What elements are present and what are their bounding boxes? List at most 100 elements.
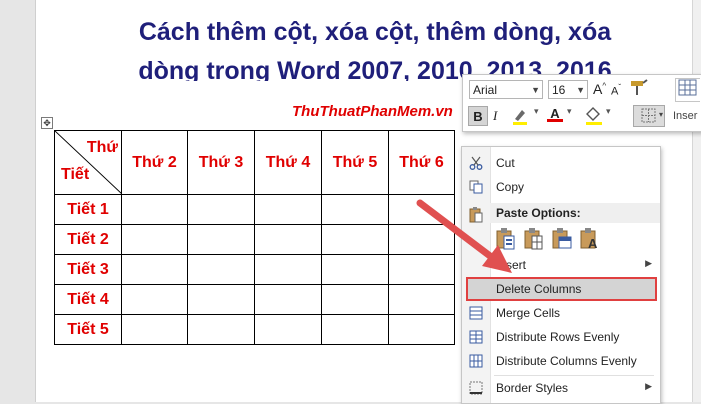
table-cell[interactable]	[187, 254, 255, 285]
font-color-label: A	[550, 106, 560, 121]
table-cell[interactable]	[254, 254, 322, 285]
menu-item-cut[interactable]: Cut	[462, 152, 658, 174]
grow-font-label: A	[593, 81, 603, 97]
copy-icon	[469, 180, 483, 194]
format-painter-icon[interactable]	[628, 78, 650, 100]
menu-item-merge-cells[interactable]: Merge Cells	[462, 302, 658, 324]
table-cell[interactable]	[321, 194, 389, 225]
table-cell[interactable]	[187, 224, 255, 255]
menu-item-distribute-columns[interactable]: Distribute Columns Evenly	[462, 350, 658, 372]
menu-item-label: Copy	[496, 180, 525, 194]
table-icon[interactable]	[675, 78, 700, 102]
document-title-line1: Cách thêm cột, xóa cột, thêm dòng, xóa	[138, 18, 612, 46]
table-cell[interactable]	[254, 194, 322, 225]
grow-font-button[interactable]: A^	[593, 81, 606, 97]
paste-keep-source-icon[interactable]	[496, 227, 518, 251]
table-cell[interactable]	[121, 254, 188, 285]
table-cell[interactable]	[321, 314, 389, 345]
cut-icon	[469, 156, 483, 170]
row-label[interactable]: Tiết 3	[54, 254, 122, 285]
menu-item-distribute-rows[interactable]: Distribute Rows Evenly	[462, 326, 658, 348]
submenu-arrow-icon: ▶	[645, 381, 652, 391]
font-size-select[interactable]: 16 ▼	[548, 80, 588, 99]
menu-item-label: Distribute Rows Evenly	[496, 330, 620, 344]
table-cell[interactable]	[388, 314, 455, 345]
row-label[interactable]: Tiết 1	[54, 194, 122, 225]
table-cell[interactable]	[187, 194, 255, 225]
paste-options-header: Paste Options:	[490, 203, 660, 223]
corner-cell[interactable]: Thứ Tiết	[54, 130, 122, 195]
menu-item-copy[interactable]: Copy	[462, 176, 658, 198]
table-row: Tiết 3	[54, 254, 455, 285]
header-cell[interactable]: Thứ 6	[388, 130, 455, 195]
chevron-down-icon[interactable]: ▾	[534, 106, 539, 117]
menu-item-label: Border Styles	[496, 381, 569, 395]
row-label[interactable]: Tiết 2	[54, 224, 122, 255]
chevron-down-icon: ▾	[658, 110, 663, 119]
table-cell[interactable]	[254, 284, 322, 315]
table-row: Tiết 1	[54, 194, 455, 225]
chevron-down-icon: ▼	[531, 85, 540, 95]
borders-button[interactable]: ▾	[633, 105, 665, 127]
menu-item-label: Insert	[496, 258, 527, 272]
table-cell[interactable]	[121, 284, 188, 315]
header-cell[interactable]: Thứ 5	[321, 130, 389, 195]
table-cell[interactable]	[321, 224, 389, 255]
menu-item-border-styles[interactable]: Border Styles ▶	[462, 377, 658, 399]
row-label[interactable]: Tiết 5	[54, 314, 122, 345]
table-cell[interactable]	[121, 224, 188, 255]
menu-item-delete-columns[interactable]: Delete Columns	[466, 277, 657, 301]
paste-options-label: Paste Options:	[496, 206, 581, 220]
bold-button[interactable]: B	[468, 106, 488, 126]
table-cell[interactable]	[321, 284, 389, 315]
table-cell[interactable]	[121, 314, 188, 345]
table-cell[interactable]	[187, 314, 255, 345]
font-name-select[interactable]: Arial ▼	[469, 80, 543, 99]
font-color-button[interactable]: A	[545, 106, 565, 122]
header-cell[interactable]: Thứ 4	[254, 130, 322, 195]
header-cell[interactable]: Thứ 2	[121, 130, 188, 195]
table-cell[interactable]	[388, 224, 455, 255]
paste-nest-table-icon[interactable]	[524, 227, 546, 251]
shading-icon[interactable]	[583, 106, 605, 129]
timetable[interactable]: Thứ Tiết Thứ 2 Thứ 3 Thứ 4 Thứ 5 Thứ 6 T…	[54, 130, 455, 345]
corner-top-label: Thứ	[86, 139, 118, 156]
table-cell[interactable]	[388, 194, 455, 225]
highlight-icon[interactable]	[510, 106, 530, 129]
table-cell[interactable]	[121, 194, 188, 225]
chevron-down-icon[interactable]: ▾	[606, 106, 611, 117]
table-cell[interactable]	[388, 254, 455, 285]
chevron-down-icon[interactable]: ▾	[567, 106, 572, 117]
border-styles-icon	[469, 381, 483, 395]
distribute-columns-icon	[469, 354, 483, 368]
table-cell[interactable]	[187, 284, 255, 315]
italic-button[interactable]: I	[493, 108, 497, 124]
merge-cells-icon	[469, 306, 483, 320]
paste-text-only-icon[interactable]: A	[580, 227, 602, 251]
shrink-font-button[interactable]: Aˇ	[611, 83, 621, 98]
header-cell[interactable]: Thứ 3	[187, 130, 255, 195]
table-cell[interactable]	[321, 254, 389, 285]
vertical-scrollbar[interactable]	[692, 0, 701, 402]
row-label[interactable]: Tiết 4	[54, 284, 122, 315]
table-row: Tiết 5	[54, 314, 455, 345]
table-row: Tiết 2	[54, 224, 455, 255]
menu-item-label: Cut	[496, 156, 515, 170]
menu-item-insert[interactable]: Insert ▶	[462, 254, 658, 276]
table-cell[interactable]	[254, 314, 322, 345]
corner-bottom-label: Tiết	[61, 166, 90, 183]
table-cell[interactable]	[254, 224, 322, 255]
chevron-down-icon: ▼	[576, 85, 585, 95]
site-watermark: ThuThuatPhanMem.vn	[292, 103, 453, 120]
paste-merge-table-icon[interactable]	[552, 227, 574, 251]
table-cell[interactable]	[388, 284, 455, 315]
insert-button-label[interactable]: Inser	[673, 110, 697, 122]
menu-item-label: Delete Columns	[496, 282, 582, 296]
paste-icon	[469, 207, 483, 223]
menu-item-label: Merge Cells	[496, 306, 561, 320]
distribute-rows-icon	[469, 330, 483, 344]
menu-separator	[494, 375, 654, 376]
table-row: Tiết 4	[54, 284, 455, 315]
table-header-row: Thứ Tiết Thứ 2 Thứ 3 Thứ 4 Thứ 5 Thứ 6	[54, 130, 455, 195]
move-handle-icon[interactable]: ✥	[41, 117, 53, 129]
